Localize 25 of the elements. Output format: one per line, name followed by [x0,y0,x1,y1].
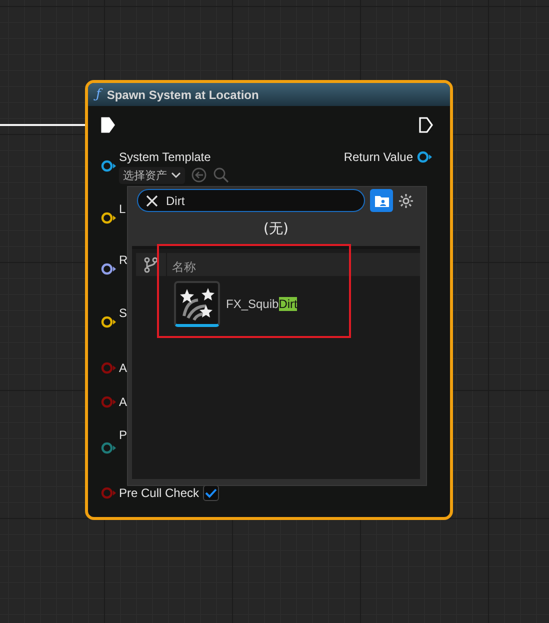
pin-label: A [119,361,128,375]
settings-icon[interactable] [398,192,414,208]
pin-label: P [119,428,128,442]
pin-label: Return Value [344,150,413,164]
stars-icon [178,286,216,322]
search-icon[interactable] [213,167,229,183]
pin-label: R [119,253,128,267]
pin-label: System Template [119,150,211,164]
caret-icon [171,172,181,178]
checkbox[interactable] [203,485,220,501]
search-input[interactable]: Dirt [166,194,364,208]
folder-icon [374,194,390,208]
asset-dropdown[interactable]: 选择资产 [119,166,185,184]
pin-label: A [119,395,128,409]
pin-label: L [119,202,126,216]
folder-button[interactable] [370,189,393,212]
none-option[interactable]: (无) [132,212,420,241]
node-title: Spawn System at Location [106,88,259,102]
column-header[interactable]: 名称 [167,253,196,276]
search-field[interactable]: Dirt [137,189,365,212]
close-icon [146,194,158,206]
pin-label: S [119,306,128,320]
function-icon: ƒ [96,87,101,102]
pin-label: Pre Cull Check [119,486,200,500]
branch-icon[interactable] [144,256,158,272]
